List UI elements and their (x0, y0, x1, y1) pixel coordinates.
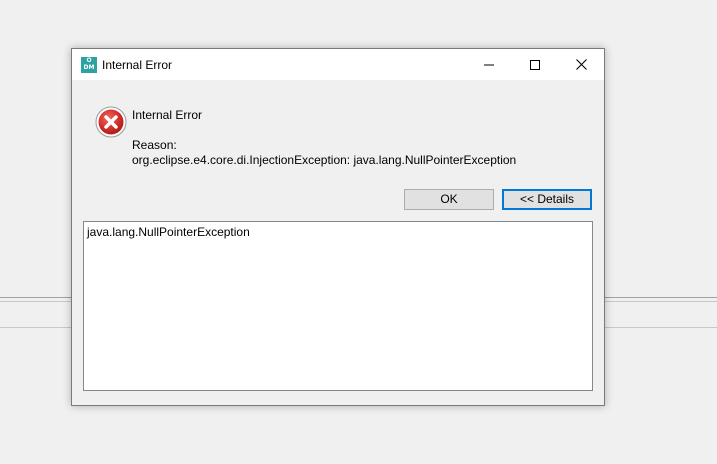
details-button[interactable]: << Details (502, 189, 592, 210)
internal-error-dialog: O DM Internal Error Internal Error Reaso… (71, 48, 605, 406)
error-title: Internal Error (132, 108, 203, 122)
maximize-icon (530, 59, 540, 70)
app-icon: O DM (81, 57, 97, 73)
title-bar[interactable]: O DM Internal Error (72, 49, 604, 80)
minimize-icon (484, 64, 494, 65)
close-icon (575, 59, 587, 70)
close-button[interactable] (558, 49, 604, 80)
maximize-button[interactable] (512, 49, 558, 80)
ok-button[interactable]: OK (404, 189, 494, 210)
minimize-button[interactable] (466, 49, 512, 80)
app-icon-text-bottom: DM (83, 64, 95, 71)
details-text-area[interactable]: java.lang.NullPointerException (83, 221, 593, 391)
reason-text: org.eclipse.e4.core.di.InjectionExceptio… (132, 153, 517, 167)
error-icon (95, 106, 127, 138)
reason-label: Reason: (132, 138, 177, 152)
window-title: Internal Error (102, 58, 173, 72)
app-icon-text-top: O (86, 57, 92, 64)
